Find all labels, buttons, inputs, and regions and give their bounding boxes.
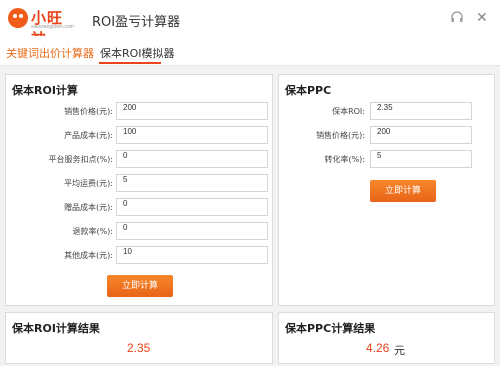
app-title: ROI盈亏计算器 xyxy=(92,15,181,30)
ppc-sale-price-input[interactable]: 200 xyxy=(370,126,472,144)
platform-fee-input[interactable]: 0 xyxy=(116,150,268,168)
roi-calc-panel: 保本ROI计算 销售价格(元): 200 产品成本(元): 100 平台服务扣点… xyxy=(5,74,273,306)
ppc-result-unit: 元 xyxy=(394,344,405,357)
breakeven-roi-label: 保本ROI: xyxy=(332,107,365,116)
refund-rate-input[interactable]: 0 xyxy=(116,222,268,240)
other-cost-label: 其他成本(元): xyxy=(64,251,113,260)
breakeven-roi-input[interactable]: 2.35 xyxy=(370,102,472,120)
logo-face-icon xyxy=(8,8,28,28)
roi-result-panel: 保本ROI计算结果 2.35 xyxy=(5,312,273,364)
tab-breakeven-roi-simulator[interactable]: 保本ROI模拟器 xyxy=(100,45,175,61)
close-icon[interactable]: ✕ xyxy=(476,8,488,26)
active-tab-underline xyxy=(99,62,161,64)
tab-bar: 关键词出价计算器 保本ROI模拟器 xyxy=(0,36,500,66)
gift-cost-label: 赠品成本(元): xyxy=(64,203,113,212)
roi-result-title: 保本ROI计算结果 xyxy=(12,322,100,335)
roi-panel-title: 保本ROI计算 xyxy=(12,84,78,97)
logo-subtext: xiaowangshen.com xyxy=(31,24,74,30)
product-cost-input[interactable]: 100 xyxy=(116,126,268,144)
ppc-result-title: 保本PPC计算结果 xyxy=(285,322,376,335)
gift-cost-input[interactable]: 0 xyxy=(116,198,268,216)
ppc-panel-title: 保本PPC xyxy=(285,84,332,97)
title-bar: 小旺神 xiaowangshen.com ROI盈亏计算器 ✕ xyxy=(0,0,500,48)
headphone-icon[interactable] xyxy=(450,10,464,24)
roi-calculate-button[interactable]: 立即计算 xyxy=(107,275,173,297)
ppc-result-panel: 保本PPC计算结果 4.26 元 xyxy=(278,312,495,364)
product-cost-label: 产品成本(元): xyxy=(64,131,113,140)
conversion-rate-input[interactable]: 5 xyxy=(370,150,472,168)
other-cost-input[interactable]: 10 xyxy=(116,246,268,264)
conversion-rate-label: 转化率(%): xyxy=(324,155,365,164)
ppc-calc-panel: 保本PPC 保本ROI: 2.35 销售价格(元): 200 转化率(%): 5… xyxy=(278,74,495,306)
sale-price-label: 销售价格(元): xyxy=(64,107,113,116)
platform-fee-label: 平台服务扣点(%): xyxy=(48,155,113,164)
roi-result-value: 2.35 xyxy=(127,341,151,355)
tab-keyword-bid-calculator[interactable]: 关键词出价计算器 xyxy=(6,45,94,61)
refund-rate-label: 退款率(%): xyxy=(72,227,113,236)
sale-price-input[interactable]: 200 xyxy=(116,102,268,120)
ppc-calculate-button[interactable]: 立即计算 xyxy=(370,180,436,202)
ppc-result-value: 4.26 xyxy=(366,341,390,355)
ppc-sale-price-label: 销售价格(元): xyxy=(316,131,365,140)
avg-shipping-input[interactable]: 5 xyxy=(116,174,268,192)
app-logo: 小旺神 xiaowangshen.com xyxy=(8,6,78,48)
avg-shipping-label: 平均运费(元): xyxy=(64,179,113,188)
